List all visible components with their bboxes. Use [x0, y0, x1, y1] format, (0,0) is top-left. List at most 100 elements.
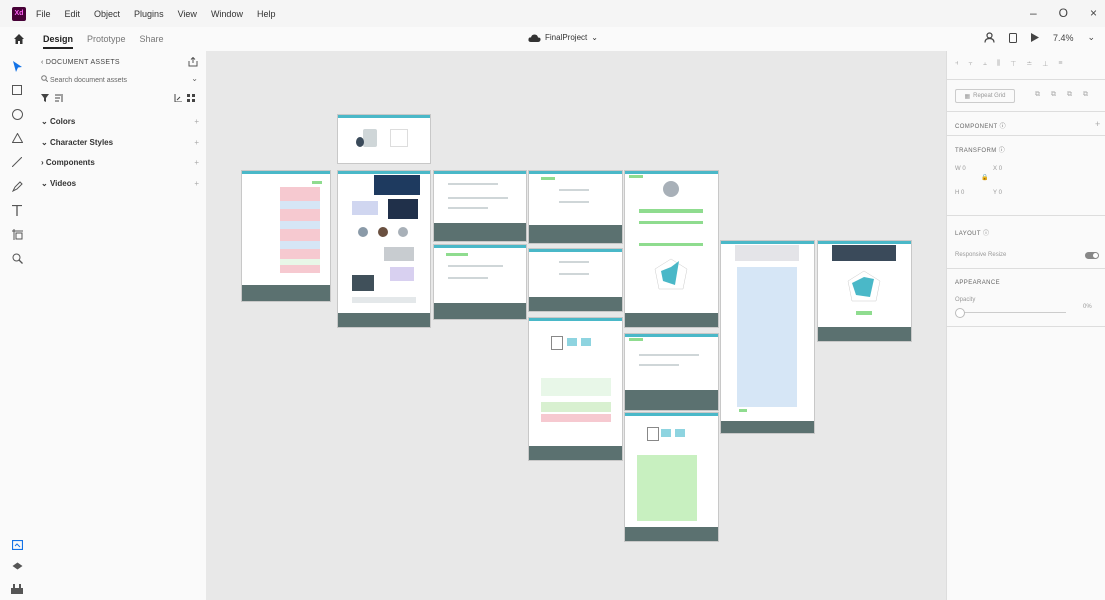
align-bottom-icon[interactable]: ⊥ — [1042, 60, 1048, 68]
divider — [947, 79, 1105, 80]
align-middle-icon[interactable]: ≐ — [1026, 60, 1032, 68]
add-video-button[interactable]: + — [194, 179, 199, 188]
artboard-form-3[interactable] — [528, 170, 623, 244]
width-field[interactable]: W 0 — [955, 166, 966, 172]
play-icon[interactable] — [1030, 33, 1039, 42]
zoom-tool-icon[interactable] — [10, 251, 24, 265]
menu-view[interactable]: View — [178, 9, 197, 19]
polygon-tool-icon[interactable] — [10, 131, 24, 145]
responsive-resize-toggle[interactable] — [1085, 252, 1099, 259]
search-input[interactable]: Search document assets — [50, 77, 127, 84]
artboard-form-1[interactable] — [433, 170, 527, 242]
sort-icon[interactable] — [55, 94, 63, 102]
project-title-dropdown[interactable]: FinalProject ⌄ — [528, 33, 598, 42]
cloud-icon — [528, 34, 541, 42]
section-character-styles[interactable]: ⌄ Character Styles + — [41, 138, 199, 147]
align-top-icon[interactable]: ⊤ — [1010, 60, 1016, 68]
export-icon[interactable] — [188, 56, 198, 69]
divider — [947, 111, 1105, 112]
menu-file[interactable]: File — [36, 9, 51, 19]
section-label: Videos — [49, 179, 77, 188]
tab-design[interactable]: Design — [43, 29, 74, 49]
opacity-slider-handle[interactable] — [955, 308, 965, 318]
text-tool-icon[interactable] — [10, 203, 24, 217]
section-videos[interactable]: ⌄ Videos + — [41, 179, 199, 188]
zoom-level[interactable]: 7.4% — [1053, 33, 1074, 43]
assets-header[interactable]: ‹ DOCUMENT ASSETS — [41, 59, 120, 66]
search-row[interactable]: Search document assets — [41, 75, 127, 84]
y-field[interactable]: Y 0 — [993, 190, 1002, 196]
height-field[interactable]: H 0 — [955, 190, 964, 196]
right-tools: 7.4% ⌄ — [984, 32, 1095, 43]
add-character-style-button[interactable]: + — [194, 138, 199, 147]
boolean-ops: ⧉ ⧉ ⧉ ⧉ — [1035, 91, 1088, 99]
ellipse-tool-icon[interactable] — [10, 107, 24, 121]
pen-tool-icon[interactable] — [10, 179, 24, 193]
rectangle-tool-icon[interactable] — [10, 83, 24, 97]
info-icon[interactable]: ⓘ — [999, 148, 1005, 154]
grid-view-icon[interactable] — [187, 94, 195, 102]
design-canvas[interactable] — [206, 51, 946, 600]
menu-edit[interactable]: Edit — [65, 9, 81, 19]
artboard-radar-result[interactable] — [817, 240, 912, 342]
artboard-green-list[interactable] — [624, 412, 719, 542]
exclude-boolean-icon[interactable]: ⧉ — [1083, 91, 1088, 99]
add-component-button[interactable]: + — [194, 158, 199, 167]
info-icon[interactable]: ⓘ — [1000, 124, 1006, 130]
filter-icon[interactable] — [41, 94, 49, 102]
opacity-slider-track[interactable] — [961, 312, 1066, 313]
tab-prototype[interactable]: Prototype — [87, 29, 126, 49]
artboard-tall-list[interactable] — [720, 240, 815, 434]
repeat-grid-button[interactable]: ▦ Repeat Grid — [955, 89, 1015, 103]
distribute-vertical-icon[interactable]: ≡ — [1058, 60, 1062, 68]
intersect-boolean-icon[interactable]: ⧉ — [1067, 91, 1072, 99]
tab-share[interactable]: Share — [140, 29, 164, 49]
info-icon[interactable]: ⓘ — [983, 231, 989, 237]
subtract-boolean-icon[interactable]: ⧉ — [1051, 91, 1056, 99]
distribute-icon[interactable]: ⫼ — [997, 60, 1000, 68]
user-icon[interactable] — [984, 32, 995, 43]
artboard-edit-form[interactable] — [624, 333, 719, 411]
artboard-form-4[interactable] — [528, 248, 623, 312]
layers-panel-icon[interactable] — [10, 560, 24, 574]
section-components[interactable]: › Components + — [41, 158, 199, 167]
search-chevron-down-icon[interactable]: ⌄ — [191, 74, 198, 83]
artboard-tool-icon[interactable] — [10, 227, 24, 241]
artboard-article[interactable] — [528, 317, 623, 461]
window-controls: – O × — [1030, 6, 1097, 20]
list-view-icon[interactable] — [174, 94, 182, 102]
add-color-button[interactable]: + — [194, 117, 199, 126]
zoom-chevron-icon[interactable]: ⌄ — [1087, 32, 1095, 43]
align-right-icon[interactable]: ⫠ — [983, 60, 987, 68]
transform-label: TRANSFORM — [955, 148, 997, 154]
artboard-hero-small[interactable] — [337, 114, 431, 164]
align-center-icon[interactable]: ⫟ — [969, 60, 973, 68]
x-field[interactable]: X 0 — [993, 166, 1002, 172]
select-tool-icon[interactable] — [10, 59, 24, 73]
plugins-panel-icon[interactable] — [10, 582, 24, 596]
divider — [947, 268, 1105, 269]
section-colors[interactable]: ⌄ Colors + — [41, 117, 199, 126]
artboard-landing-page[interactable] — [337, 170, 431, 328]
menu-object[interactable]: Object — [94, 9, 120, 19]
lock-aspect-icon[interactable]: 🔒 — [981, 174, 988, 181]
add-component-button[interactable]: + — [1095, 119, 1100, 129]
maximize-button[interactable]: O — [1059, 6, 1068, 20]
artboard-profile-radar[interactable] — [624, 170, 719, 328]
home-icon[interactable] — [13, 33, 25, 45]
minimize-button[interactable]: – — [1030, 6, 1037, 20]
line-tool-icon[interactable] — [10, 155, 24, 169]
menu-help[interactable]: Help — [257, 9, 276, 19]
section-label: Components — [45, 158, 95, 167]
menu-plugins[interactable]: Plugins — [134, 9, 164, 19]
grid-icon: ▦ — [964, 93, 971, 100]
artboard-list-page[interactable] — [241, 170, 331, 302]
menu-window[interactable]: Window — [211, 9, 243, 19]
opacity-value[interactable]: 0% — [1083, 304, 1092, 310]
close-button[interactable]: × — [1090, 6, 1097, 20]
assets-panel-icon[interactable] — [10, 538, 24, 552]
add-boolean-icon[interactable]: ⧉ — [1035, 91, 1040, 99]
align-left-icon[interactable]: ⫞ — [955, 60, 959, 68]
artboard-form-2[interactable] — [433, 244, 527, 320]
device-preview-icon[interactable] — [1008, 32, 1017, 43]
